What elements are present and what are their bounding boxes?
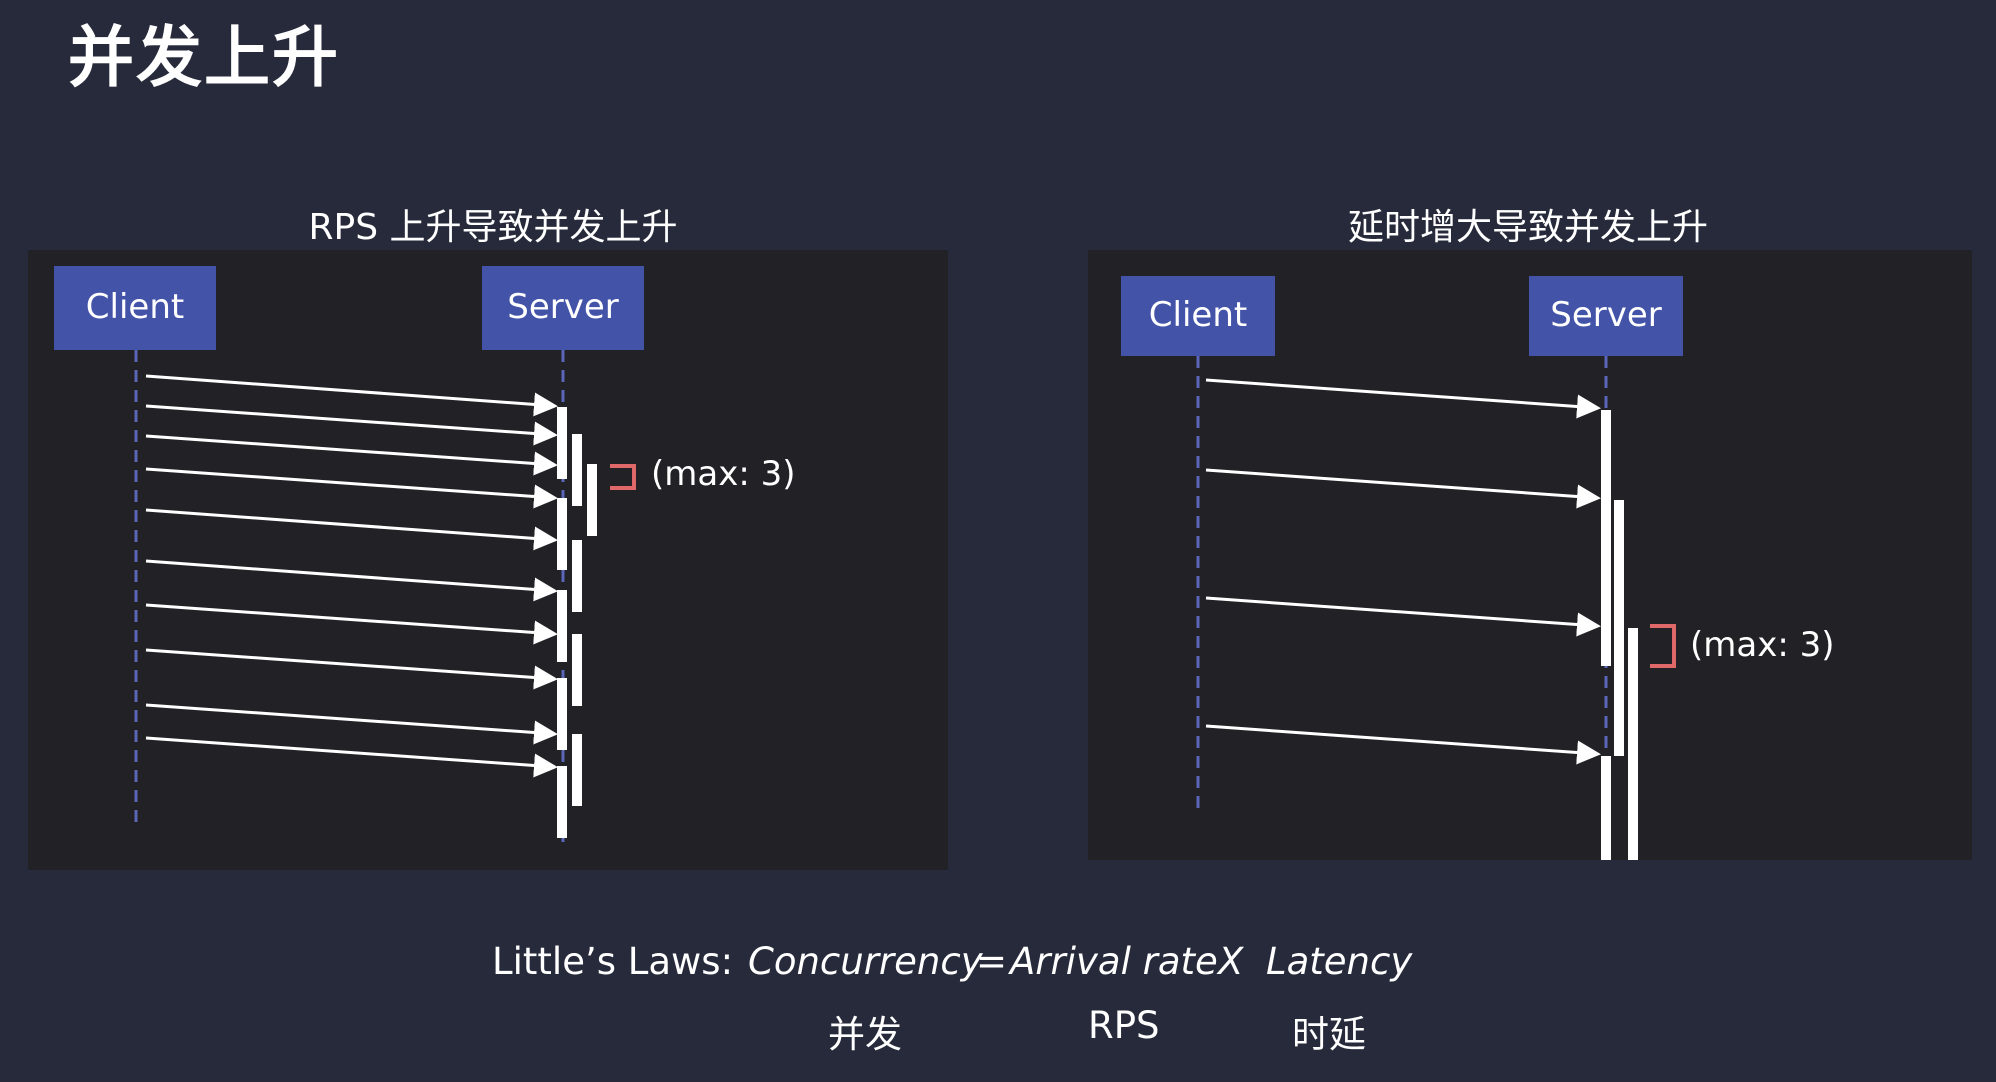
request-arrow <box>145 559 558 602</box>
max-bracket <box>1650 624 1676 668</box>
request-arrow <box>145 404 558 446</box>
max-bracket <box>610 464 636 490</box>
formula-times: X <box>1218 940 1244 983</box>
activation-bar <box>572 540 582 612</box>
max-annotation: (max: 3) <box>651 454 796 494</box>
formula-arrival-rate: Arrival rate <box>1010 940 1218 983</box>
activation-bar <box>572 434 582 506</box>
request-arrow <box>145 374 558 417</box>
right-sequence-diagram: Client Server (max: 3) <box>1121 276 1835 860</box>
max-annotation: (max: 3) <box>1690 625 1835 665</box>
formula-prefix: Little’s Laws: <box>492 940 734 983</box>
activation-bar <box>572 734 582 806</box>
activation-bar <box>1601 410 1611 666</box>
activation-bar <box>572 634 582 706</box>
request-arrow <box>145 467 558 509</box>
activation-bar <box>1628 628 1638 860</box>
littles-law-formula: Little’s Laws: Concurrency = Arrival rat… <box>0 940 1996 1000</box>
request-arrow <box>1205 378 1601 419</box>
request-arrow <box>145 603 558 645</box>
request-arrow <box>1205 468 1601 509</box>
concurrency-chinese-label: 并发 <box>828 1013 902 1056</box>
formula-concurrency: Concurrency <box>748 940 983 983</box>
request-arrow <box>145 434 558 476</box>
request-arrow <box>1205 596 1601 637</box>
activation-bar <box>557 407 567 479</box>
server-label: Server <box>507 287 619 327</box>
formula-equals: = <box>976 940 1008 983</box>
client-label: Client <box>86 287 184 327</box>
request-arrow <box>145 703 558 745</box>
request-arrow <box>145 736 558 778</box>
client-label: Client <box>1149 295 1247 335</box>
formula-latency: Latency <box>1266 940 1413 983</box>
activation-bar <box>557 678 567 750</box>
slide-title: 并发上升 <box>68 19 340 96</box>
right-diagram-panel: Client Server (max: 3) <box>1088 250 1972 860</box>
left-sequence-diagram: Client Server (max: 3) <box>54 266 796 850</box>
activation-bar <box>557 766 567 838</box>
right-panel-title: 延时增大导致并发上升 <box>1347 207 1708 248</box>
left-panel-title: RPS 上升导致并发上升 <box>308 207 678 248</box>
activation-bar <box>1601 756 1611 860</box>
request-arrow <box>145 648 558 690</box>
activation-bar <box>557 590 567 662</box>
server-label: Server <box>1550 295 1662 335</box>
activation-bar <box>587 464 597 536</box>
left-diagram-panel: Client Server (max: 3) <box>28 250 948 870</box>
latency-chinese-label: 时延 <box>1292 1013 1366 1056</box>
request-arrow <box>145 508 558 551</box>
activation-bar <box>1614 500 1624 756</box>
request-arrow <box>1205 724 1601 765</box>
rps-label: RPS <box>1088 1004 1160 1047</box>
activation-bar <box>557 498 567 570</box>
